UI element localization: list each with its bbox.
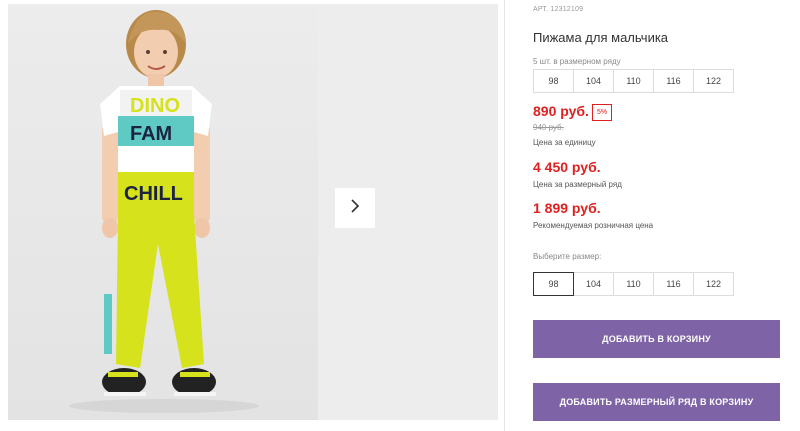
size-row-note: 5 шт. в размерном ряду xyxy=(533,57,621,66)
product-gallery: DINO FAM CHILL xyxy=(8,4,498,420)
svg-text:FAM: FAM xyxy=(130,123,172,145)
unit-price: 890 руб. xyxy=(533,103,589,119)
size-row-price: 4 450 руб. xyxy=(533,159,601,175)
boy-in-pajama-image: DINO FAM CHILL xyxy=(69,10,259,413)
size-row-price-label: Цена за размерный ряд xyxy=(533,180,622,189)
unit-price-label: Цена за единицу xyxy=(533,138,596,147)
next-image-button[interactable] xyxy=(335,188,375,228)
discount-badge: 5% xyxy=(592,104,612,121)
size-option-122[interactable]: 122 xyxy=(693,272,734,296)
add-size-row-to-cart-button[interactable]: ДОБАВИТЬ РАЗМЕРНЫЙ РЯД В КОРЗИНУ xyxy=(533,383,780,421)
size-row-item: 116 xyxy=(653,69,694,93)
size-option-104[interactable]: 104 xyxy=(573,272,614,296)
size-row-item: 122 xyxy=(693,69,734,93)
retail-price: 1 899 руб. xyxy=(533,200,601,216)
column-divider xyxy=(504,0,505,431)
product-photo[interactable]: DINO FAM CHILL xyxy=(8,4,318,420)
chevron-right-icon xyxy=(349,198,361,219)
retail-price-label: Рекомендуемая розничная цена xyxy=(533,221,654,230)
size-row-item: 110 xyxy=(613,69,654,93)
sku-label: АРТ. 12312109 xyxy=(533,6,584,13)
product-title: Пижама для мальчика xyxy=(533,30,669,45)
add-to-cart-button[interactable]: ДОБАВИТЬ В КОРЗИНУ xyxy=(533,320,780,358)
svg-text:CHILL: CHILL xyxy=(124,183,183,205)
size-select-label: Выберите размер: xyxy=(533,252,602,261)
size-row-item: 104 xyxy=(573,69,614,93)
size-row-item: 98 xyxy=(533,69,574,93)
size-option-116[interactable]: 116 xyxy=(653,272,694,296)
size-row-list: 98 104 110 116 122 xyxy=(533,69,734,93)
size-option-98[interactable]: 98 xyxy=(533,272,574,296)
size-selector: 98 104 110 116 122 xyxy=(533,272,734,296)
svg-text:DINO: DINO xyxy=(130,95,180,117)
size-option-110[interactable]: 110 xyxy=(613,272,654,296)
old-price: 940 руб. xyxy=(533,123,564,132)
